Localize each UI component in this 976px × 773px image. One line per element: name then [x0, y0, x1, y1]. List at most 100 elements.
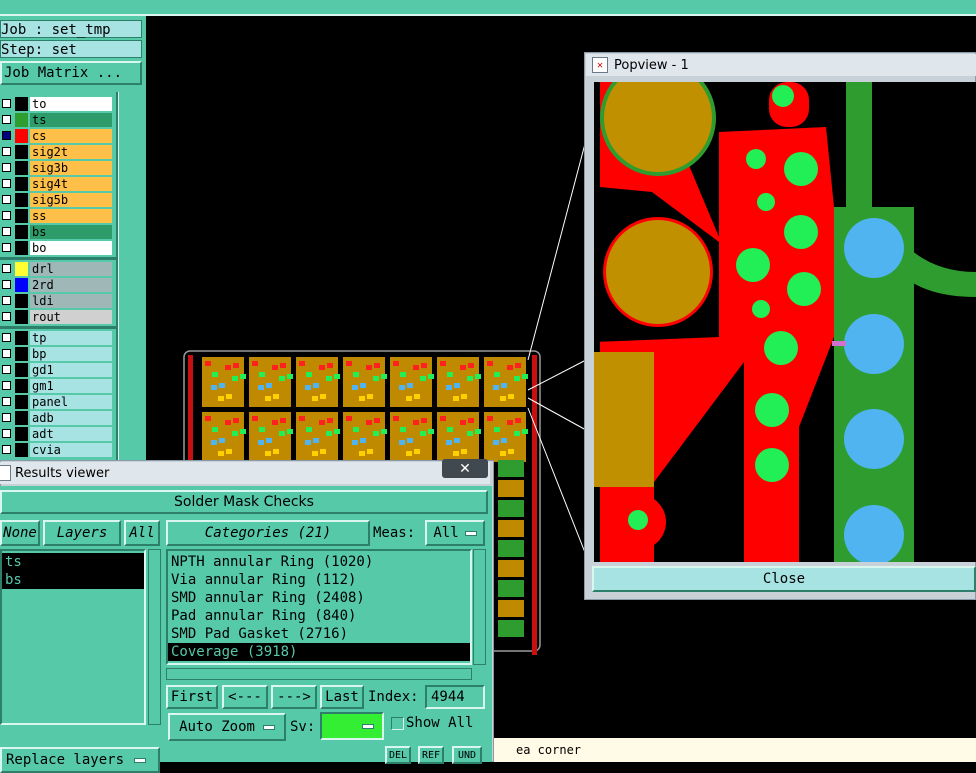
layer-results-list[interactable]: ts bs: [0, 549, 146, 725]
none-button[interactable]: None: [0, 520, 40, 546]
layer-color-swatch[interactable]: [15, 224, 28, 239]
job-matrix-button[interactable]: Job Matrix ...: [0, 61, 142, 85]
category-item[interactable]: SMD annular Ring (2408): [168, 589, 470, 607]
layer-name[interactable]: to: [30, 96, 112, 111]
layer-color-swatch[interactable]: [15, 346, 28, 361]
all-layers-button[interactable]: All: [124, 520, 160, 546]
layer-name[interactable]: 2rd: [30, 277, 112, 292]
layer-row[interactable]: to: [0, 96, 116, 111]
layer-checkbox[interactable]: [2, 147, 11, 156]
layer-row[interactable]: gm1: [0, 378, 116, 393]
layer-row[interactable]: ts: [0, 112, 116, 127]
layer-name[interactable]: bs: [30, 224, 112, 239]
layer-checkbox[interactable]: [2, 264, 11, 273]
layer-name[interactable]: gd1: [30, 362, 112, 377]
category-list-scrollbar[interactable]: [473, 549, 486, 665]
layer-checkbox[interactable]: [2, 179, 11, 188]
layer-checkbox[interactable]: [2, 397, 11, 406]
undo-button[interactable]: UND: [452, 746, 482, 764]
results-viewer-titlebar[interactable]: Results viewer: [0, 462, 490, 484]
layer-row[interactable]: sig4t: [0, 176, 116, 191]
layer-checkbox[interactable]: [2, 312, 11, 321]
layer-name[interactable]: adb: [30, 410, 112, 425]
layer-row[interactable]: gd1: [0, 362, 116, 377]
layer-color-swatch[interactable]: [15, 208, 28, 223]
layer-row[interactable]: bs: [0, 224, 116, 239]
layer-name[interactable]: bo: [30, 240, 112, 255]
layer-name[interactable]: sig3b: [30, 160, 112, 175]
layer-checkbox[interactable]: [2, 365, 11, 374]
layer-name[interactable]: sig4t: [30, 176, 112, 191]
list-item[interactable]: ts: [2, 553, 144, 571]
popview-zoomed-view[interactable]: [594, 82, 976, 562]
auto-zoom-dropdown[interactable]: Auto Zoom: [168, 713, 286, 741]
layer-name[interactable]: panel: [30, 394, 112, 409]
categories-button[interactable]: Categories (21): [166, 520, 370, 546]
layer-row[interactable]: sig2t: [0, 144, 116, 159]
del-button[interactable]: DEL: [385, 746, 411, 764]
layer-color-swatch[interactable]: [15, 128, 28, 143]
layer-list-scrollbar[interactable]: [148, 549, 161, 725]
layer-color-swatch[interactable]: [15, 442, 28, 457]
layer-row[interactable]: bp: [0, 346, 116, 361]
layer-row[interactable]: drl: [0, 261, 116, 276]
layer-color-swatch[interactable]: [15, 160, 28, 175]
layer-name[interactable]: ldi: [30, 293, 112, 308]
meas-dropdown[interactable]: All: [425, 520, 485, 546]
layer-color-swatch[interactable]: [15, 330, 28, 345]
layer-name[interactable]: bp: [30, 346, 112, 361]
layer-color-swatch[interactable]: [15, 293, 28, 308]
last-button[interactable]: Last: [320, 685, 364, 709]
category-item[interactable]: NPTH annular Ring (1020): [168, 553, 470, 571]
layer-row[interactable]: tp: [0, 330, 116, 345]
layer-row[interactable]: cvia: [0, 442, 116, 457]
layer-color-swatch[interactable]: [15, 240, 28, 255]
layer-checkbox[interactable]: [2, 211, 11, 220]
layer-checkbox[interactable]: [2, 445, 11, 454]
layer-row[interactable]: sig5b: [0, 192, 116, 207]
layer-row[interactable]: adb: [0, 410, 116, 425]
layer-checkbox[interactable]: [2, 429, 11, 438]
layer-color-swatch[interactable]: [15, 362, 28, 377]
layer-color-swatch[interactable]: [15, 261, 28, 276]
category-item[interactable]: Coverage (3918): [168, 643, 470, 661]
layer-color-swatch[interactable]: [15, 192, 28, 207]
layer-row[interactable]: bo: [0, 240, 116, 255]
sv-color-dropdown[interactable]: [320, 712, 384, 740]
layer-checkbox[interactable]: [2, 99, 11, 108]
layer-name[interactable]: cvia: [30, 442, 112, 457]
layer-checkbox[interactable]: [2, 227, 11, 236]
layer-color-swatch[interactable]: [15, 176, 28, 191]
layer-color-swatch[interactable]: [15, 309, 28, 324]
results-close-button[interactable]: ✕: [442, 459, 488, 478]
layer-checkbox[interactable]: [2, 333, 11, 342]
layer-name[interactable]: tp: [30, 330, 112, 345]
layer-row[interactable]: 2rd: [0, 277, 116, 292]
layer-name[interactable]: rout: [30, 309, 112, 324]
replace-layers-dropdown[interactable]: Replace layers: [0, 747, 160, 773]
layer-color-swatch[interactable]: [15, 277, 28, 292]
layer-checkbox[interactable]: [2, 296, 11, 305]
layer-list-scrollbar[interactable]: [118, 92, 144, 462]
layer-checkbox[interactable]: [2, 280, 11, 289]
popview-titlebar[interactable]: ✕ Popview - 1: [586, 54, 976, 76]
index-field[interactable]: 4944: [425, 685, 485, 709]
close-button[interactable]: Close: [592, 566, 976, 592]
layer-name[interactable]: ts: [30, 112, 112, 127]
show-all-checkbox[interactable]: [391, 717, 404, 730]
layer-checkbox[interactable]: [2, 381, 11, 390]
layer-color-swatch[interactable]: [15, 394, 28, 409]
category-item[interactable]: Via annular Ring (112): [168, 571, 470, 589]
layer-row[interactable]: adt: [0, 426, 116, 441]
layer-row[interactable]: sig3b: [0, 160, 116, 175]
layer-checkbox[interactable]: [2, 349, 11, 358]
first-button[interactable]: First: [166, 685, 218, 709]
layer-color-swatch[interactable]: [15, 426, 28, 441]
category-hscrollbar[interactable]: [166, 668, 472, 680]
prev-button[interactable]: <---: [222, 685, 268, 709]
category-item[interactable]: SMD Pad Gasket (2716): [168, 625, 470, 643]
layer-row[interactable]: ldi: [0, 293, 116, 308]
layer-name[interactable]: drl: [30, 261, 112, 276]
layer-checkbox[interactable]: [2, 195, 11, 204]
layer-row[interactable]: cs: [0, 128, 116, 143]
